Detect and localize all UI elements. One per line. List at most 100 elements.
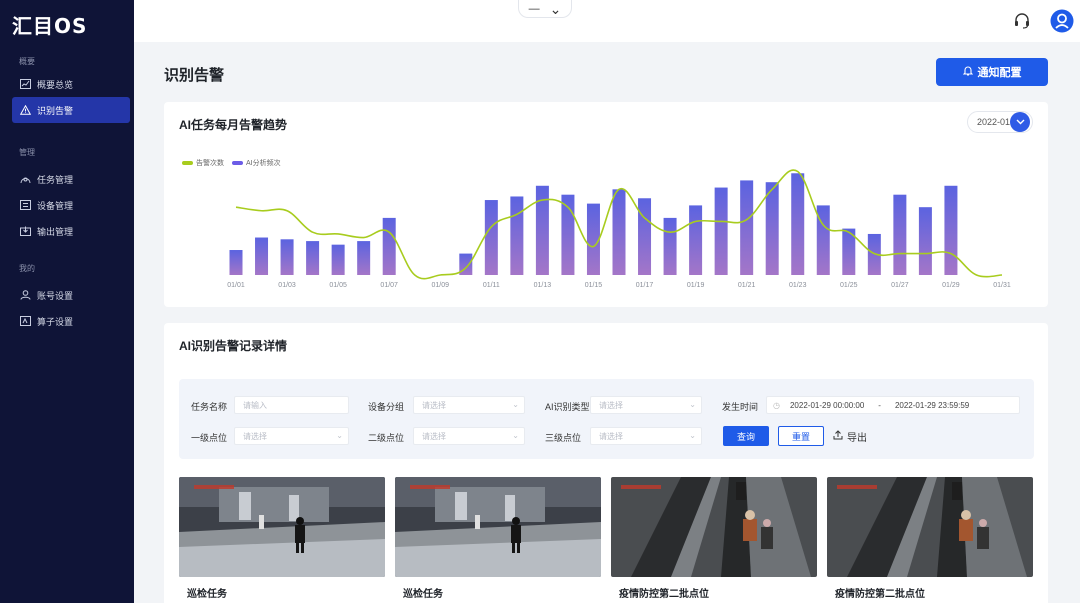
nav-group-label: 我的 bbox=[19, 264, 35, 273]
level1-label: 一级点位 bbox=[191, 433, 228, 443]
level3-label: 三级点位 bbox=[545, 433, 582, 443]
record-caption: 巡检任务 bbox=[403, 589, 443, 600]
sidebar-item-label: 任务管理 bbox=[37, 174, 74, 185]
ai-type-placeholder: 请选择 bbox=[599, 400, 623, 410]
query-button[interactable]: 查询 bbox=[723, 426, 769, 446]
chart-bar[interactable] bbox=[765, 182, 779, 275]
page-title: 识别告警 bbox=[164, 67, 225, 84]
task-name-label: 任务名称 bbox=[191, 402, 228, 412]
chart-bar[interactable] bbox=[306, 241, 320, 275]
chart-bar[interactable] bbox=[280, 239, 294, 275]
nav-group-manage: 管理 任务管理 设备管理 输出管理 bbox=[0, 146, 134, 244]
level2-placeholder: 请选择 bbox=[422, 431, 446, 441]
export-button[interactable]: 导出 bbox=[833, 426, 867, 446]
sidebar-item-account[interactable]: 账号设置 bbox=[12, 282, 130, 308]
minus-icon: — bbox=[528, 2, 540, 15]
headset-icon[interactable] bbox=[1010, 9, 1034, 33]
sidebar: 汇目OS 概要 概要总览 识别告警 管理 任务管理 设备管理 输出管理 我的 账… bbox=[0, 0, 134, 603]
alert-record-card[interactable]: 巡检任务 bbox=[395, 477, 601, 603]
alert-snapshot-image[interactable] bbox=[611, 477, 817, 577]
chart-bar[interactable] bbox=[893, 194, 907, 275]
device-group-select[interactable]: 请选择 ⌄ bbox=[413, 396, 525, 414]
chart-bar[interactable] bbox=[229, 250, 243, 275]
avatar[interactable] bbox=[1050, 9, 1074, 33]
time-label: 发生时间 bbox=[722, 402, 759, 412]
export-label: 导出 bbox=[847, 432, 867, 444]
chart-bar[interactable] bbox=[663, 217, 677, 275]
chart-bar[interactable] bbox=[510, 196, 524, 275]
sidebar-item-overview[interactable]: 概要总览 bbox=[12, 71, 130, 97]
alert-record-card[interactable]: 巡检任务 bbox=[179, 477, 385, 603]
export-icon bbox=[833, 429, 843, 443]
trend-chart: 01/01 01/03 01/05 01/07 01/09 01/11 01/13 01/15… bbox=[227, 169, 1011, 289]
sidebar-item-label: 算子设置 bbox=[37, 316, 74, 327]
x-tick-label: 01/11 bbox=[483, 282, 500, 289]
bell-icon bbox=[962, 65, 973, 79]
chevron-down-icon: ⌄ bbox=[689, 431, 696, 440]
chart-bar[interactable] bbox=[918, 207, 932, 275]
sidebar-item-label: 设备管理 bbox=[37, 200, 74, 211]
level2-select[interactable]: 请选择 ⌄ bbox=[413, 427, 525, 445]
chart-bar[interactable] bbox=[357, 241, 371, 275]
sidebar-item-operator[interactable]: 算子设置 bbox=[12, 308, 130, 334]
chart-bar[interactable] bbox=[714, 187, 728, 275]
device-icon bbox=[19, 199, 31, 211]
x-tick-label: 01/13 bbox=[534, 282, 552, 289]
chart-bar[interactable] bbox=[689, 205, 703, 275]
ai-type-label: AI识别类型 bbox=[545, 402, 590, 412]
x-tick-label: 01/29 bbox=[942, 282, 960, 289]
nav-group-label: 管理 bbox=[19, 148, 35, 157]
x-tick-label: 01/01 bbox=[227, 282, 245, 289]
chart-bar[interactable] bbox=[791, 173, 805, 275]
user-icon bbox=[19, 289, 31, 301]
task-name-input[interactable]: 请输入 bbox=[234, 396, 349, 414]
x-tick-label: 01/17 bbox=[636, 282, 654, 289]
chart-bar[interactable] bbox=[331, 244, 345, 275]
chevron-down-icon: ⌄ bbox=[512, 400, 519, 409]
x-tick-label: 01/07 bbox=[380, 282, 398, 289]
top-bar: — ⌄ bbox=[134, 0, 1080, 42]
chart-bar[interactable] bbox=[255, 237, 269, 275]
level3-select[interactable]: 请选择 ⌄ bbox=[590, 427, 702, 445]
chevron-down-icon: ⌄ bbox=[689, 400, 696, 409]
notify-config-button[interactable]: 通知配置 bbox=[936, 58, 1048, 86]
operator-icon bbox=[19, 315, 31, 327]
record-caption: 巡检任务 bbox=[187, 589, 227, 600]
alert-record-card[interactable]: 疫情防控第二批点位 bbox=[611, 477, 817, 603]
sidebar-item-devices[interactable]: 设备管理 bbox=[12, 192, 130, 218]
chart-bar[interactable] bbox=[586, 203, 600, 275]
trend-card: AI任务每月告警趋势 2022-01 告警次数 AI分析频次 01/01 01/… bbox=[164, 102, 1048, 307]
chart-bar[interactable] bbox=[382, 217, 396, 275]
device-group-label: 设备分组 bbox=[368, 402, 405, 412]
chart-icon bbox=[19, 78, 31, 90]
alert-snapshot-image[interactable] bbox=[179, 477, 385, 577]
sidebar-item-tasks[interactable]: 任务管理 bbox=[12, 166, 130, 192]
clock-icon: ◷ bbox=[773, 400, 780, 410]
nav-group-overview: 概要 概要总览 识别告警 bbox=[0, 55, 134, 123]
alert-snapshot-image[interactable] bbox=[395, 477, 601, 577]
alert-record-card[interactable]: 疫情防控第二批点位 bbox=[827, 477, 1033, 603]
app-logo: 汇目OS bbox=[12, 14, 88, 38]
sidebar-item-alerts[interactable]: 识别告警 bbox=[12, 97, 130, 123]
alert-snapshot-image[interactable] bbox=[827, 477, 1033, 577]
chevron-down-icon: ⌄ bbox=[549, 0, 562, 17]
chart-bar[interactable] bbox=[740, 180, 754, 275]
x-tick-label: 01/05 bbox=[329, 282, 347, 289]
time-range-picker[interactable]: ◷ 2022-01-29 00:00:00 - 2022-01-29 23:59… bbox=[766, 396, 1020, 414]
chart-bar[interactable] bbox=[944, 185, 958, 275]
nav-group-label: 概要 bbox=[19, 57, 35, 66]
filter-panel: 任务名称 请输入 设备分组 请选择 ⌄ AI识别类型 请选择 ⌄ 发生时间 ◷ … bbox=[179, 379, 1034, 459]
device-group-placeholder: 请选择 bbox=[422, 400, 446, 410]
collapse-toggle[interactable]: — ⌄ bbox=[518, 0, 572, 18]
x-tick-label: 01/25 bbox=[840, 282, 858, 289]
record-caption: 疫情防控第二批点位 bbox=[619, 589, 709, 600]
reset-button[interactable]: 重置 bbox=[778, 426, 824, 446]
chart-bar[interactable] bbox=[484, 200, 498, 275]
time-end: 2022-01-29 23:59:59 bbox=[894, 400, 970, 410]
notify-config-label: 通知配置 bbox=[977, 67, 1022, 79]
level1-select[interactable]: 请选择 ⌄ bbox=[234, 427, 349, 445]
chart-bar[interactable] bbox=[638, 198, 652, 275]
chart-bar[interactable] bbox=[612, 189, 626, 275]
sidebar-item-output[interactable]: 输出管理 bbox=[12, 218, 130, 244]
ai-type-select[interactable]: 请选择 ⌄ bbox=[590, 396, 702, 414]
